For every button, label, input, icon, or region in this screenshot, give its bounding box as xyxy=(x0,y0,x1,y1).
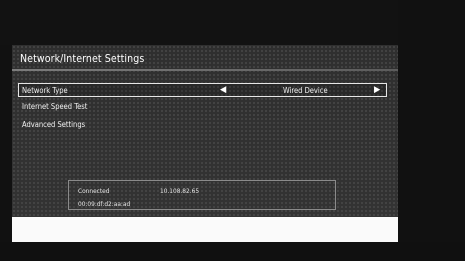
connection-status-box: Connected 10.108.82.65 00:09:df:d2:aa:ad xyxy=(68,180,336,210)
triangle-right-icon[interactable]: ▶ xyxy=(374,85,380,95)
network-type-label: Network Type xyxy=(22,86,68,95)
ip-address: 10.108.82.65 xyxy=(160,187,200,195)
settings-panel: Network/Internet Settings Network Type ◀… xyxy=(12,45,398,217)
screen-bottom-border xyxy=(0,242,465,261)
white-band xyxy=(12,217,398,242)
triangle-left-icon[interactable]: ◀ xyxy=(220,85,226,95)
screen-right-border xyxy=(398,0,465,261)
connection-state: Connected xyxy=(78,187,110,195)
mac-address: 00:09:df:d2:aa:ad xyxy=(78,200,131,208)
page-title: Network/Internet Settings xyxy=(20,53,145,65)
screen-top-border xyxy=(0,0,465,45)
internet-speed-test-item[interactable]: Internet Speed Test xyxy=(22,102,87,111)
advanced-settings-item[interactable]: Advanced Settings xyxy=(22,120,85,129)
network-type-row[interactable]: Network Type ◀ Wired Device ▶ xyxy=(18,83,387,97)
title-divider xyxy=(12,69,398,71)
network-type-value: Wired Device xyxy=(283,86,328,95)
